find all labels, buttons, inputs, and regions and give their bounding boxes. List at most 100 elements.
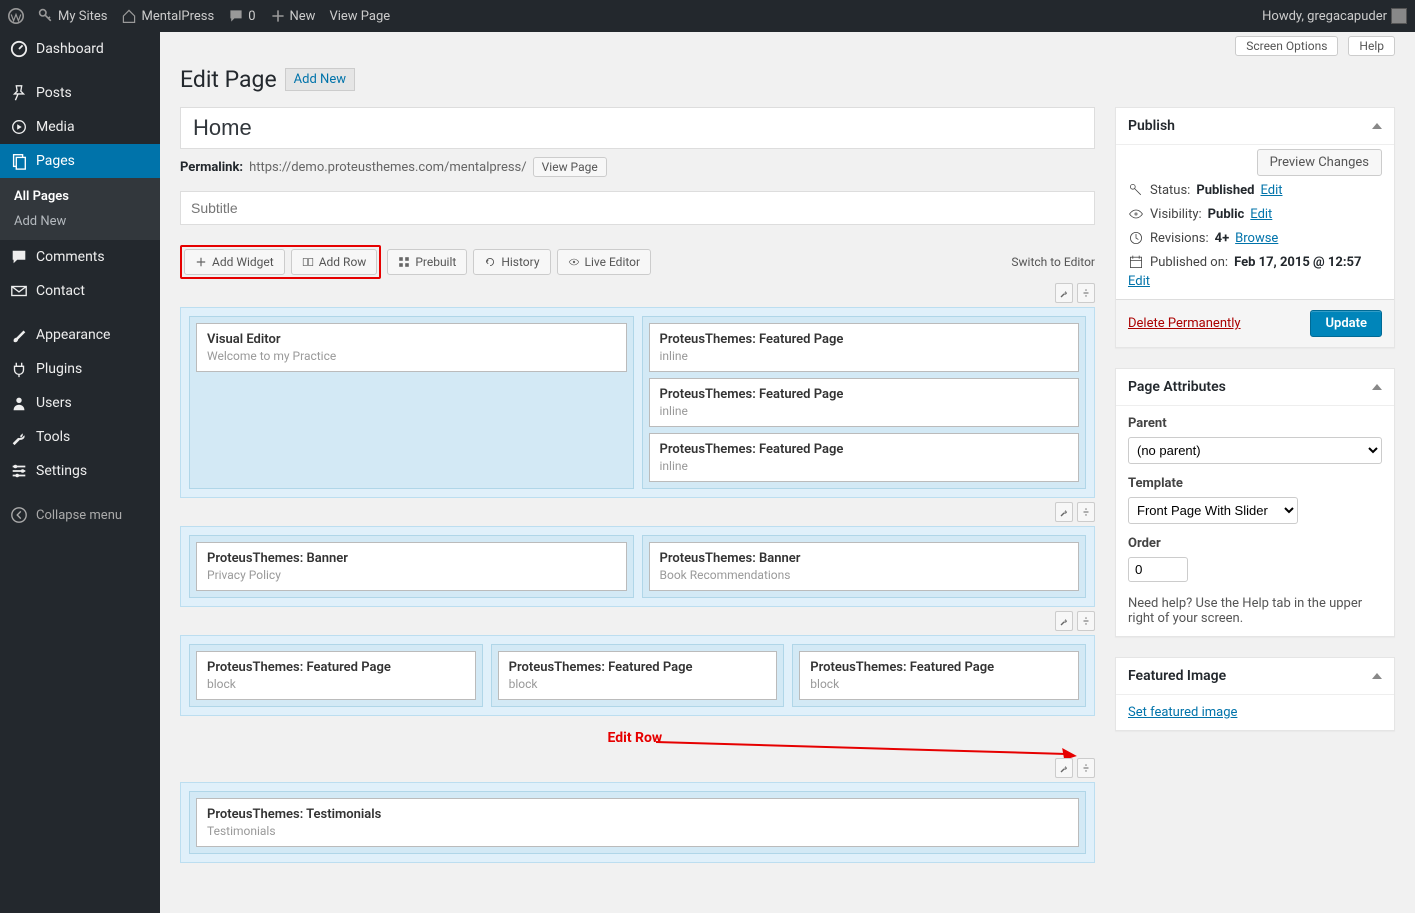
pb-cell[interactable]: ProteusThemes: Featured Pageblock bbox=[491, 644, 785, 707]
status-value: Published bbox=[1196, 183, 1254, 198]
new-link[interactable]: New bbox=[270, 8, 316, 24]
menu-appearance[interactable]: Appearance bbox=[0, 318, 160, 352]
pb-row: ProteusThemes: Featured PageblockProteus… bbox=[180, 635, 1095, 716]
add-row-button[interactable]: Add Row bbox=[291, 249, 378, 275]
collapse-menu[interactable]: Collapse menu bbox=[0, 498, 160, 532]
pb-cell[interactable]: ProteusThemes: Featured Pageinline Proteu… bbox=[642, 316, 1087, 489]
menu-dashboard[interactable]: Dashboard bbox=[0, 32, 160, 66]
wp-logo[interactable] bbox=[8, 8, 24, 24]
pb-widget[interactable]: ProteusThemes: Featured Pageinline bbox=[649, 378, 1080, 427]
pb-widget[interactable]: ProteusThemes: TestimonialsTestimonials bbox=[196, 798, 1079, 847]
howdy-account[interactable]: Howdy, gregacapuder bbox=[1262, 8, 1407, 24]
row-edit-button[interactable] bbox=[1055, 758, 1073, 778]
pb-cell[interactable]: ProteusThemes: BannerPrivacy Policy bbox=[189, 535, 634, 598]
pb-cell[interactable]: Visual EditorWelcome to my Practice bbox=[189, 316, 634, 489]
pb-cell[interactable]: ProteusThemes: TestimonialsTestimonials bbox=[189, 791, 1086, 854]
user-icon bbox=[10, 394, 28, 412]
preview-changes-button[interactable]: Preview Changes bbox=[1257, 149, 1382, 176]
pb-widget[interactable]: ProteusThemes: BannerPrivacy Policy bbox=[196, 542, 627, 591]
row-move-button[interactable] bbox=[1077, 611, 1095, 631]
menu-plugins[interactable]: Plugins bbox=[0, 352, 160, 386]
move-icon bbox=[1081, 616, 1091, 626]
comments-link[interactable]: 0 bbox=[228, 8, 255, 24]
menu-pages[interactable]: Pages bbox=[0, 144, 160, 178]
widget-subtitle: inline bbox=[660, 459, 1069, 473]
switch-editor-link[interactable]: Switch to Editor bbox=[1011, 255, 1095, 269]
view-page-link[interactable]: View Page bbox=[329, 9, 390, 24]
browse-revisions-link[interactable]: Browse bbox=[1235, 231, 1278, 246]
page-title-input[interactable] bbox=[180, 107, 1095, 149]
site-name-link[interactable]: MentalPress bbox=[121, 8, 214, 24]
pb-widget[interactable]: Visual EditorWelcome to my Practice bbox=[196, 323, 627, 372]
order-label: Order bbox=[1128, 536, 1161, 551]
pb-widget[interactable]: ProteusThemes: Featured Pageblock bbox=[799, 651, 1079, 700]
annotation-highlight: Add Widget Add Row bbox=[180, 245, 381, 279]
featured-image-head[interactable]: Featured Image bbox=[1116, 658, 1394, 695]
history-button[interactable]: History bbox=[473, 249, 550, 275]
widget-subtitle: inline bbox=[660, 404, 1069, 418]
prebuilt-button[interactable]: Prebuilt bbox=[387, 249, 467, 275]
pin-icon bbox=[10, 84, 28, 102]
template-select[interactable]: Front Page With Slider bbox=[1128, 497, 1298, 524]
edit-visibility-link[interactable]: Edit bbox=[1250, 207, 1272, 222]
row-move-button[interactable] bbox=[1077, 502, 1095, 522]
row-edit-button[interactable] bbox=[1055, 502, 1073, 522]
pb-widget[interactable]: ProteusThemes: Banner Book Recommendation… bbox=[649, 542, 1080, 591]
view-page-button[interactable]: View Page bbox=[533, 157, 607, 177]
admin-sidebar: Dashboard Posts Media Pages All Pages Ad… bbox=[0, 32, 160, 913]
screen-options-tab[interactable]: Screen Options bbox=[1235, 36, 1338, 56]
row-edit-button[interactable] bbox=[1055, 611, 1073, 631]
add-widget-button[interactable]: Add Widget bbox=[184, 249, 285, 275]
pb-row: ProteusThemes: BannerPrivacy PolicyProte… bbox=[180, 526, 1095, 607]
publish-metabox-head[interactable]: Publish bbox=[1116, 108, 1394, 145]
pb-widget[interactable]: ProteusThemes: Featured Pageblock bbox=[498, 651, 778, 700]
main-content: Screen Options Help Edit Page Add New Pe… bbox=[160, 32, 1415, 913]
pb-widget[interactable]: ProteusThemes: Featured Pageinline bbox=[649, 433, 1080, 482]
pb-widget[interactable]: ProteusThemes: Featured Pageinline bbox=[649, 323, 1080, 372]
edit-status-link[interactable]: Edit bbox=[1260, 183, 1282, 198]
row-edit-button[interactable] bbox=[1055, 283, 1073, 303]
edit-date-link[interactable]: Edit bbox=[1128, 274, 1150, 289]
menu-contact[interactable]: Contact bbox=[0, 274, 160, 308]
pagebuilder-rows: Visual EditorWelcome to my Practice Prote… bbox=[180, 307, 1095, 863]
widget-subtitle: Book Recommendations bbox=[660, 568, 1069, 582]
widget-title: ProteusThemes: Banner bbox=[660, 551, 1069, 566]
media-icon bbox=[10, 118, 28, 136]
menu-settings[interactable]: Settings bbox=[0, 454, 160, 488]
pb-widget[interactable]: ProteusThemes: Featured Pageblock bbox=[196, 651, 476, 700]
plus-icon bbox=[195, 256, 207, 268]
live-editor-button[interactable]: Live Editor bbox=[557, 249, 652, 275]
page-attributes-head[interactable]: Page Attributes bbox=[1116, 369, 1394, 406]
collapse-icon bbox=[10, 506, 28, 524]
delete-permanently-link[interactable]: Delete Permanently bbox=[1128, 316, 1241, 331]
menu-posts[interactable]: Posts bbox=[0, 76, 160, 110]
menu-comments[interactable]: Comments bbox=[0, 240, 160, 274]
menu-users[interactable]: Users bbox=[0, 386, 160, 420]
set-featured-image-link[interactable]: Set featured image bbox=[1128, 705, 1237, 720]
comment-icon bbox=[228, 8, 244, 24]
pb-cell[interactable]: ProteusThemes: Banner Book Recommendation… bbox=[642, 535, 1087, 598]
move-icon bbox=[1081, 288, 1091, 298]
my-sites-link[interactable]: My Sites bbox=[38, 8, 107, 24]
page-heading: Edit Page bbox=[180, 66, 277, 93]
add-new-page-button[interactable]: Add New bbox=[285, 68, 355, 91]
menu-media[interactable]: Media bbox=[0, 110, 160, 144]
subtitle-input[interactable] bbox=[180, 191, 1095, 225]
submenu-add-new[interactable]: Add New bbox=[0, 209, 160, 234]
row-move-button[interactable] bbox=[1077, 758, 1095, 778]
pb-cell[interactable]: ProteusThemes: Featured Pageblock bbox=[792, 644, 1086, 707]
status-label: Status: bbox=[1150, 183, 1190, 198]
parent-select[interactable]: (no parent) bbox=[1128, 437, 1382, 464]
row-move-button[interactable] bbox=[1077, 283, 1095, 303]
help-tab[interactable]: Help bbox=[1348, 36, 1395, 56]
pb-cell[interactable]: ProteusThemes: Featured Pageblock bbox=[189, 644, 483, 707]
widget-subtitle: Privacy Policy bbox=[207, 568, 616, 582]
widget-subtitle: Testimonials bbox=[207, 824, 1068, 838]
order-input[interactable] bbox=[1128, 557, 1188, 582]
widget-subtitle: block bbox=[810, 677, 1068, 691]
submenu-all-pages[interactable]: All Pages bbox=[0, 184, 160, 209]
update-button[interactable]: Update bbox=[1310, 310, 1382, 337]
widget-title: ProteusThemes: Featured Page bbox=[509, 660, 767, 675]
menu-tools[interactable]: Tools bbox=[0, 420, 160, 454]
toggle-icon bbox=[1372, 384, 1382, 390]
